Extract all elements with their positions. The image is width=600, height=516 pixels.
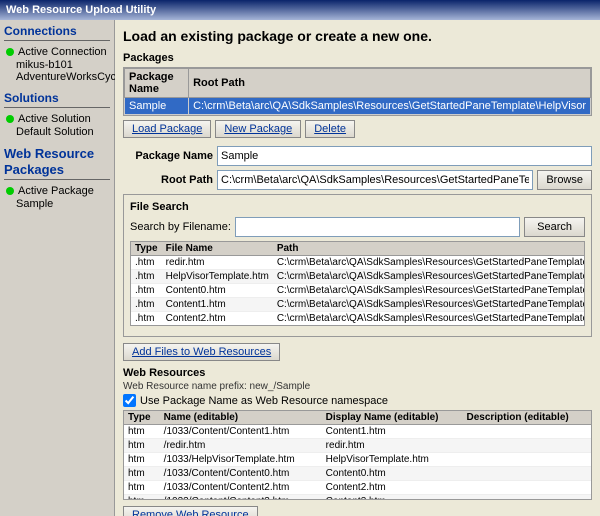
list-item[interactable]: htm/1033/Content/Content1.htmContent1.ht… [124,425,591,439]
web-res-subtitle: Web Resource name prefix: new_/Sample [123,381,592,392]
package-name-input[interactable] [217,146,592,166]
checkbox-label: Use Package Name as Web Resource namespa… [140,395,388,407]
wr-col-type: Type [124,411,160,425]
active-connection-item[interactable]: Active Connection [4,45,110,59]
list-item[interactable]: htm/1033/Content/Content3.htmContent3.ht… [124,495,591,501]
web-res-table-container[interactable]: Type Name (editable) Display Name (edita… [123,410,592,500]
active-solution-label: Active Solution [18,113,91,125]
list-item[interactable]: .htmredir.htmC:\crm\Beta\arc\QA\SdkSampl… [131,256,585,270]
list-item[interactable]: htm/1033/HelpVisorTemplate.htmHelpVisorT… [124,453,591,467]
web-resources-section: Web Resources Web Resource name prefix: … [123,367,592,500]
namespace-checkbox[interactable] [123,394,136,407]
list-item[interactable]: htm/1033/Content/Content2.htmContent2.ht… [124,481,591,495]
wr-col-name: Name (editable) [160,411,322,425]
solution-name[interactable]: Default Solution [4,126,110,138]
root-path-label: Root Path [123,174,213,186]
remove-web-resource-button[interactable]: Remove Web Resource [123,506,258,516]
active-connection-dot [6,48,14,56]
list-item[interactable]: .htmHelpVisorTemplate.htmC:\crm\Beta\arc… [131,270,585,284]
checkbox-row: Use Package Name as Web Resource namespa… [123,394,592,407]
solutions-section: Solutions Active Solution Default Soluti… [4,91,110,138]
active-package-label: Active Package [18,185,94,197]
active-connection-label: Active Connection [18,46,107,58]
list-item[interactable]: htm/redir.htmredir.htm [124,439,591,453]
active-package-dot [6,187,14,195]
file-col-type: Type [131,242,162,256]
file-col-path: Path [273,242,585,256]
pkg-path-cell: C:\crm\Beta\arc\QA\SdkSamples\Resources\… [189,98,591,115]
wr-col-display: Display Name (editable) [322,411,463,425]
web-resource-section: Web Resource Packages Active Package Sam… [4,146,110,210]
list-item[interactable]: .htmContent2.htmC:\crm\Beta\arc\QA\SdkSa… [131,312,585,326]
sidebar: Connections Active Connection mikus-b101… [0,20,115,516]
pkg-name-cell: Sample [125,98,189,115]
list-item[interactable]: .htmContent0.htmC:\crm\Beta\arc\QA\SdkSa… [131,284,585,298]
root-path-row: Root Path Browse [123,170,592,190]
package-action-buttons: Load Package New Package Delete [123,120,592,138]
remove-btn-row: Remove Web Resource [123,506,592,516]
search-input[interactable] [235,217,520,237]
search-row: Search by Filename: Search [130,217,585,237]
packages-table-container: Package Name Root Path SampleC:\crm\Beta… [123,67,592,116]
file-search-title: File Search [130,201,585,213]
connections-title: Connections [4,24,110,41]
delete-button[interactable]: Delete [305,120,355,138]
list-item[interactable]: .htmContent1.htmC:\crm\Beta\arc\QA\SdkSa… [131,298,585,312]
solutions-title: Solutions [4,91,110,108]
root-path-input[interactable] [217,170,533,190]
add-files-button[interactable]: Add Files to Web Resources [123,343,280,361]
active-solution-item[interactable]: Active Solution [4,112,110,126]
search-by-label: Search by Filename: [130,221,231,233]
wr-col-desc: Description (editable) [462,411,591,425]
packages-table: Package Name Root Path SampleC:\crm\Beta… [124,68,591,115]
page-title: Load an existing package or create a new… [123,28,592,44]
packages-label: Packages [123,52,592,64]
connection-name2[interactable]: AdventureWorksCycle [4,71,110,83]
web-res-table: Type Name (editable) Display Name (edita… [124,411,591,500]
package-name-label: Package Name [123,150,213,162]
add-files-btn-row: Add Files to Web Resources [123,343,592,361]
col-root-path: Root Path [189,69,591,98]
file-list-container[interactable]: Type File Name Path .htmredir.htmC:\crm\… [130,241,585,326]
active-solution-dot [6,115,14,123]
new-package-button[interactable]: New Package [215,120,301,138]
package-name-sidebar[interactable]: Sample [4,198,110,210]
browse-button[interactable]: Browse [537,170,592,190]
col-package-name: Package Name [125,69,189,98]
connections-section: Connections Active Connection mikus-b101… [4,24,110,83]
package-name-row: Package Name [123,146,592,166]
file-col-name: File Name [162,242,273,256]
search-button[interactable]: Search [524,217,585,237]
file-list-table: Type File Name Path .htmredir.htmC:\crm\… [131,242,585,326]
list-item[interactable]: .htmContent3.htmC:\crm\Beta\arc\QA\SdkSa… [131,326,585,327]
file-search-box: File Search Search by Filename: Search T… [123,194,592,337]
content-area: Load an existing package or create a new… [115,20,600,516]
list-item[interactable]: htm/1033/Content/Content0.htmContent0.ht… [124,467,591,481]
active-package-item[interactable]: Active Package [4,184,110,198]
web-resource-title: Web Resource Packages [4,146,110,180]
load-package-button[interactable]: Load Package [123,120,211,138]
title-bar-label: Web Resource Upload Utility [6,4,156,16]
table-row[interactable]: SampleC:\crm\Beta\arc\QA\SdkSamples\Reso… [125,98,591,115]
connection-name1[interactable]: mikus-b101 [4,59,110,71]
web-res-title: Web Resources [123,367,592,379]
title-bar: Web Resource Upload Utility [0,0,600,20]
